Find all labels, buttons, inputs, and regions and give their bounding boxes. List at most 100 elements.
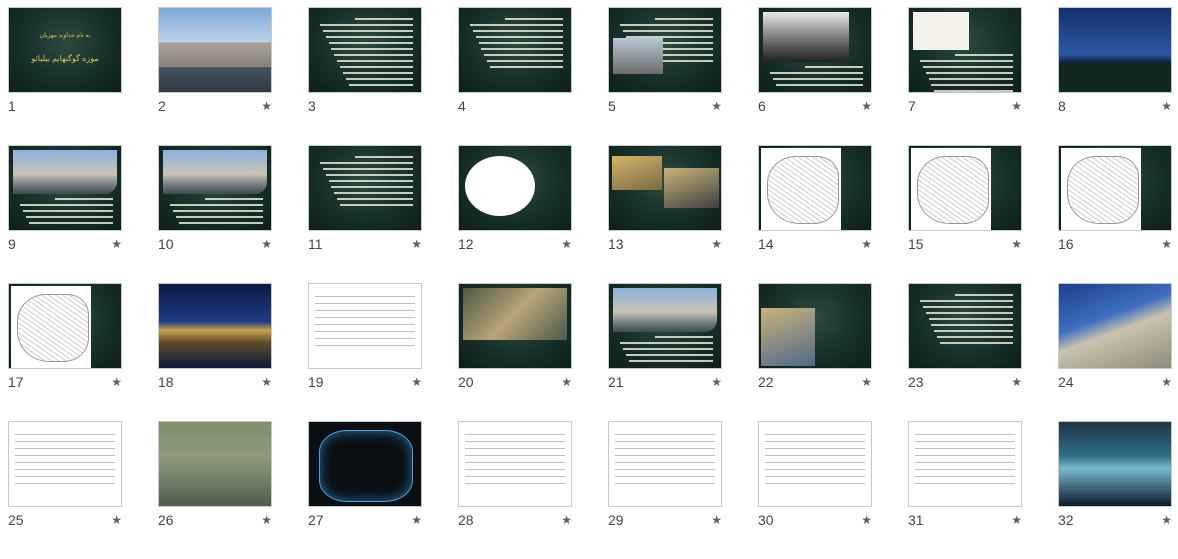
- slide-meta: 24 ★: [1058, 373, 1172, 391]
- star-icon[interactable]: ★: [711, 99, 722, 113]
- star-icon[interactable]: ★: [261, 513, 272, 527]
- slide-thumbnail-27[interactable]: 27 ★: [308, 421, 422, 559]
- slide-thumbnail-15[interactable]: 15 ★: [908, 145, 1022, 283]
- star-icon[interactable]: ★: [261, 99, 272, 113]
- slide-preview[interactable]: [8, 283, 122, 369]
- slide-preview[interactable]: [458, 421, 572, 507]
- slide-thumbnail-26[interactable]: 26 ★: [158, 421, 272, 559]
- star-icon[interactable]: ★: [1011, 513, 1022, 527]
- slide-preview[interactable]: [158, 421, 272, 507]
- slide-meta: 3: [308, 97, 422, 115]
- slide-preview[interactable]: [308, 145, 422, 231]
- slide-preview[interactable]: [308, 283, 422, 369]
- slide-thumbnail-12[interactable]: 12 ★: [458, 145, 572, 283]
- star-icon[interactable]: ★: [111, 513, 122, 527]
- slide-preview[interactable]: [608, 283, 722, 369]
- star-icon[interactable]: ★: [1161, 375, 1172, 389]
- star-icon[interactable]: ★: [1011, 375, 1022, 389]
- slide-thumbnail-19[interactable]: 19 ★: [308, 283, 422, 421]
- slide-thumbnail-10[interactable]: 10 ★: [158, 145, 272, 283]
- slide-thumbnail-8[interactable]: 8 ★: [1058, 7, 1172, 145]
- slide-preview[interactable]: [1058, 421, 1172, 507]
- slide-thumbnail-22[interactable]: 22 ★: [758, 283, 872, 421]
- star-icon[interactable]: ★: [261, 375, 272, 389]
- slide-preview[interactable]: [758, 7, 872, 93]
- slide-text-lines: [317, 156, 413, 210]
- star-icon[interactable]: ★: [261, 237, 272, 251]
- slide-preview[interactable]: [308, 7, 422, 93]
- star-icon[interactable]: ★: [861, 237, 872, 251]
- slide-thumbnail-21[interactable]: 21 ★: [608, 283, 722, 421]
- slide-thumbnail-28[interactable]: 28 ★: [458, 421, 572, 559]
- star-icon[interactable]: ★: [411, 513, 422, 527]
- slide-preview[interactable]: [1058, 145, 1172, 231]
- slide-preview[interactable]: [1058, 7, 1172, 93]
- slide-thumbnail-32[interactable]: 32 ★: [1058, 421, 1172, 559]
- slide-preview[interactable]: [758, 421, 872, 507]
- star-icon[interactable]: ★: [711, 513, 722, 527]
- slide-thumbnail-29[interactable]: 29 ★: [608, 421, 722, 559]
- star-icon[interactable]: ★: [1011, 99, 1022, 113]
- slide-preview[interactable]: [908, 145, 1022, 231]
- slide-preview[interactable]: [608, 145, 722, 231]
- slide-thumbnail-17[interactable]: 17 ★: [8, 283, 122, 421]
- slide-thumbnail-5[interactable]: 5 ★: [608, 7, 722, 145]
- slide-preview[interactable]: [458, 145, 572, 231]
- slide-preview[interactable]: [8, 421, 122, 507]
- slide-thumbnail-13[interactable]: 13 ★: [608, 145, 722, 283]
- star-icon[interactable]: ★: [861, 99, 872, 113]
- slide-preview[interactable]: [758, 283, 872, 369]
- slide-preview[interactable]: [158, 283, 272, 369]
- slide-thumbnail-20[interactable]: 20 ★: [458, 283, 572, 421]
- slide-preview[interactable]: [458, 7, 572, 93]
- star-icon[interactable]: ★: [561, 375, 572, 389]
- slide-thumbnail-4[interactable]: 4: [458, 7, 572, 145]
- slide-thumbnail-23[interactable]: 23 ★: [908, 283, 1022, 421]
- slide-preview[interactable]: به نام خداوند مهربان موزه گوگنهایم بیلبائ…: [8, 7, 122, 93]
- star-icon[interactable]: ★: [111, 375, 122, 389]
- star-icon[interactable]: ★: [1161, 237, 1172, 251]
- slide-preview[interactable]: [158, 7, 272, 93]
- plan-drawing: [1061, 148, 1141, 230]
- star-icon[interactable]: ★: [711, 375, 722, 389]
- star-icon[interactable]: ★: [1161, 99, 1172, 113]
- slide-preview[interactable]: [758, 145, 872, 231]
- sketch-image: [465, 156, 535, 216]
- slide-thumbnail-18[interactable]: 18 ★: [158, 283, 272, 421]
- slide-thumbnail-3[interactable]: 3: [308, 7, 422, 145]
- slide-number: 29: [608, 512, 624, 528]
- slide-thumbnail-11[interactable]: 11 ★: [308, 145, 422, 283]
- slide-thumbnail-30[interactable]: 30 ★: [758, 421, 872, 559]
- slide-thumbnail-14[interactable]: 14 ★: [758, 145, 872, 283]
- slide-thumbnail-1[interactable]: به نام خداوند مهربان موزه گوگنهایم بیلبائ…: [8, 7, 122, 145]
- slide-preview[interactable]: [158, 145, 272, 231]
- slide-thumbnail-2[interactable]: 2 ★: [158, 7, 272, 145]
- star-icon[interactable]: ★: [561, 513, 572, 527]
- slide-preview[interactable]: [1058, 283, 1172, 369]
- slide-thumbnail-6[interactable]: 6 ★: [758, 7, 872, 145]
- slide-preview[interactable]: [458, 283, 572, 369]
- slide-number: 10: [158, 236, 174, 252]
- star-icon[interactable]: ★: [711, 237, 722, 251]
- star-icon[interactable]: ★: [111, 237, 122, 251]
- slide-preview[interactable]: [908, 283, 1022, 369]
- star-icon[interactable]: ★: [861, 375, 872, 389]
- star-icon[interactable]: ★: [411, 375, 422, 389]
- star-icon[interactable]: ★: [411, 237, 422, 251]
- slide-preview[interactable]: [608, 421, 722, 507]
- star-icon[interactable]: ★: [1161, 513, 1172, 527]
- star-icon[interactable]: ★: [1011, 237, 1022, 251]
- slide-preview[interactable]: [908, 7, 1022, 93]
- slide-thumbnail-24[interactable]: 24 ★: [1058, 283, 1172, 421]
- slide-preview[interactable]: [908, 421, 1022, 507]
- slide-thumbnail-31[interactable]: 31 ★: [908, 421, 1022, 559]
- slide-preview[interactable]: [308, 421, 422, 507]
- slide-thumbnail-9[interactable]: 9 ★: [8, 145, 122, 283]
- slide-preview[interactable]: [608, 7, 722, 93]
- slide-thumbnail-16[interactable]: 16 ★: [1058, 145, 1172, 283]
- star-icon[interactable]: ★: [561, 237, 572, 251]
- slide-thumbnail-25[interactable]: 25 ★: [8, 421, 122, 559]
- slide-preview[interactable]: [8, 145, 122, 231]
- star-icon[interactable]: ★: [861, 513, 872, 527]
- slide-thumbnail-7[interactable]: 7 ★: [908, 7, 1022, 145]
